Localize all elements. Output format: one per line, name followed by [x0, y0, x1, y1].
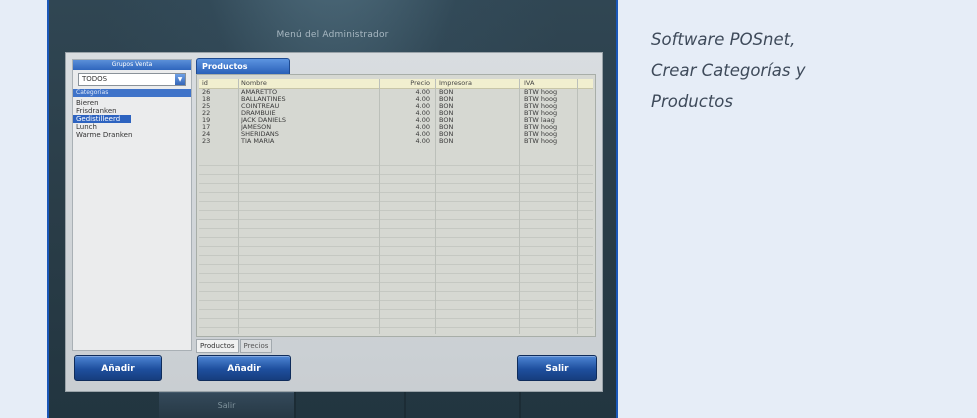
- exit-button[interactable]: Salir: [517, 355, 597, 381]
- caption: Software POSnet, Crear Categorías y Prod…: [651, 24, 951, 117]
- category-item-frisdranken[interactable]: Frisdranken: [73, 107, 191, 115]
- cell-printer: BON: [439, 96, 454, 103]
- table-row[interactable]: 22 DRAMBUIE 4.00 BON BTW hoog: [199, 110, 593, 117]
- categories-list: Bieren Frisdranken Gedistilleerd Lunch W…: [73, 99, 191, 139]
- column-iva[interactable]: IVA: [524, 79, 584, 88]
- table-header: id Nombre Precio Impresora IVA: [199, 79, 593, 89]
- cell-printer: BON: [439, 138, 454, 145]
- tab-productos[interactable]: Productos: [196, 339, 239, 353]
- cell-printer: BON: [439, 124, 454, 131]
- column-id[interactable]: id: [202, 79, 232, 88]
- cell-name: COINTREAU: [241, 103, 280, 110]
- cell-name: AMARETTO: [241, 89, 278, 96]
- admin-dialog: Grupos Venta TODOS ▼ Categorias Bieren F…: [65, 52, 603, 392]
- cell-name: JAMESON: [241, 124, 272, 131]
- cell-name: DRAMBUIE: [241, 110, 276, 117]
- cell-name: JACK DANIELS: [241, 117, 286, 124]
- cell-price: 4.00: [415, 117, 430, 124]
- table-row[interactable]: 18 BALLANTINES 4.00 BON BTW hoog: [199, 96, 593, 103]
- cell-printer: BON: [439, 117, 454, 124]
- tab-precios[interactable]: Precios: [239, 339, 273, 353]
- column-price[interactable]: Precio: [380, 79, 430, 88]
- cell-iva: BTW hoog: [524, 138, 558, 145]
- background-exit-button[interactable]: Salir: [159, 392, 294, 418]
- cell-printer: BON: [439, 110, 454, 117]
- cell-price: 4.00: [415, 103, 430, 110]
- category-item-warme-dranken[interactable]: Warme Dranken: [73, 131, 191, 139]
- cell-id: 23: [202, 138, 211, 145]
- cell-iva: BTW hoog: [524, 89, 558, 96]
- cell-price: 4.00: [415, 89, 430, 96]
- cell-id: 17: [202, 124, 211, 131]
- cell-iva: BTW hoog: [524, 131, 558, 138]
- add-product-button[interactable]: Añadir: [197, 355, 291, 381]
- cell-iva: BTW hoog: [524, 110, 558, 117]
- column-name[interactable]: Nombre: [241, 79, 381, 88]
- column-divider: [519, 79, 520, 334]
- cell-price: 4.00: [415, 110, 430, 117]
- column-divider: [379, 79, 380, 334]
- cell-id: 19: [202, 117, 211, 124]
- left-margin: [0, 0, 47, 418]
- sales-group-select[interactable]: TODOS ▼: [78, 73, 186, 86]
- cell-printer: BON: [439, 131, 454, 138]
- pos-screenshot: Menú del Administrador Salir Grupos Vent…: [47, 0, 618, 418]
- caption-line-3: Productos: [651, 92, 733, 111]
- sales-group-header: Grupos Venta: [73, 60, 191, 70]
- cell-price: 4.00: [415, 131, 430, 138]
- cell-printer: BON: [439, 89, 454, 96]
- cell-name: TIA MARIA: [241, 138, 275, 145]
- cell-price: 4.00: [415, 124, 430, 131]
- cell-id: 22: [202, 110, 211, 117]
- table-empty-area: [199, 157, 593, 335]
- column-printer[interactable]: Impresora: [439, 79, 499, 88]
- cell-id: 25: [202, 103, 211, 110]
- table-row[interactable]: 26 AMARETTO 4.00 BON BTW hoog: [199, 89, 593, 96]
- chevron-down-icon[interactable]: ▼: [175, 74, 185, 85]
- bottom-tabs: Productos Precios: [196, 339, 273, 353]
- cell-id: 26: [202, 89, 211, 96]
- caption-line-1: Software POSnet,: [651, 30, 796, 49]
- column-divider: [435, 79, 436, 334]
- cell-name: BALLANTINES: [241, 96, 286, 103]
- caption-line-2: Crear Categorías y: [651, 61, 806, 80]
- sales-group-value: TODOS: [82, 75, 108, 83]
- cell-id: 18: [202, 96, 211, 103]
- category-item-lunch[interactable]: Lunch: [73, 123, 191, 131]
- cell-iva: BTW hoog: [524, 103, 558, 110]
- category-item-gedistilleerd[interactable]: Gedistilleerd: [73, 115, 131, 123]
- table-row[interactable]: 19 JACK DANIELS 4.00 BON BTW laag: [199, 117, 593, 124]
- cell-printer: BON: [439, 103, 454, 110]
- category-item-bieren[interactable]: Bieren: [73, 99, 191, 107]
- categories-header: Categorias: [73, 89, 191, 97]
- cell-iva: BTW hoog: [524, 124, 558, 131]
- table-row[interactable]: 23 TIA MARIA 4.00 BON BTW hoog: [199, 138, 593, 145]
- table-body: 26 AMARETTO 4.00 BON BTW hoog 18 BALLANT…: [199, 89, 593, 145]
- table-row[interactable]: 17 JAMESON 4.00 BON BTW hoog: [199, 124, 593, 131]
- cell-iva: BTW laag: [524, 117, 555, 124]
- tab-products[interactable]: Productos: [196, 58, 290, 74]
- column-divider: [238, 79, 239, 334]
- add-category-button[interactable]: Añadir: [74, 355, 162, 381]
- window-title: Menú del Administrador: [276, 30, 389, 40]
- cell-price: 4.00: [415, 96, 430, 103]
- cell-id: 24: [202, 131, 211, 138]
- categories-panel: Grupos Venta TODOS ▼ Categorias Bieren F…: [72, 59, 192, 351]
- column-divider: [577, 79, 578, 334]
- products-table: id Nombre Precio Impresora IVA 26 AMARET…: [196, 74, 596, 337]
- cell-price: 4.00: [415, 138, 430, 145]
- cell-iva: BTW hoog: [524, 96, 558, 103]
- cell-name: SHERIDANS: [241, 131, 279, 138]
- table-row[interactable]: 24 SHERIDANS 4.00 BON BTW hoog: [199, 131, 593, 138]
- table-row[interactable]: 25 COINTREAU 4.00 BON BTW hoog: [199, 103, 593, 110]
